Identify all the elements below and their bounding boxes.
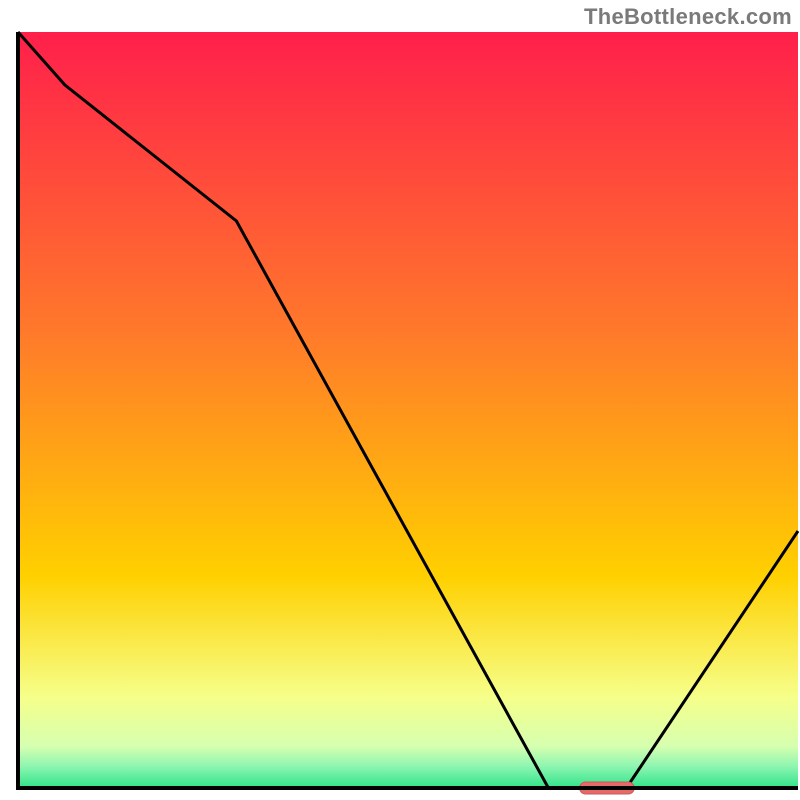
chart-plot-area: [18, 32, 798, 788]
bottleneck-chart: [0, 0, 800, 800]
